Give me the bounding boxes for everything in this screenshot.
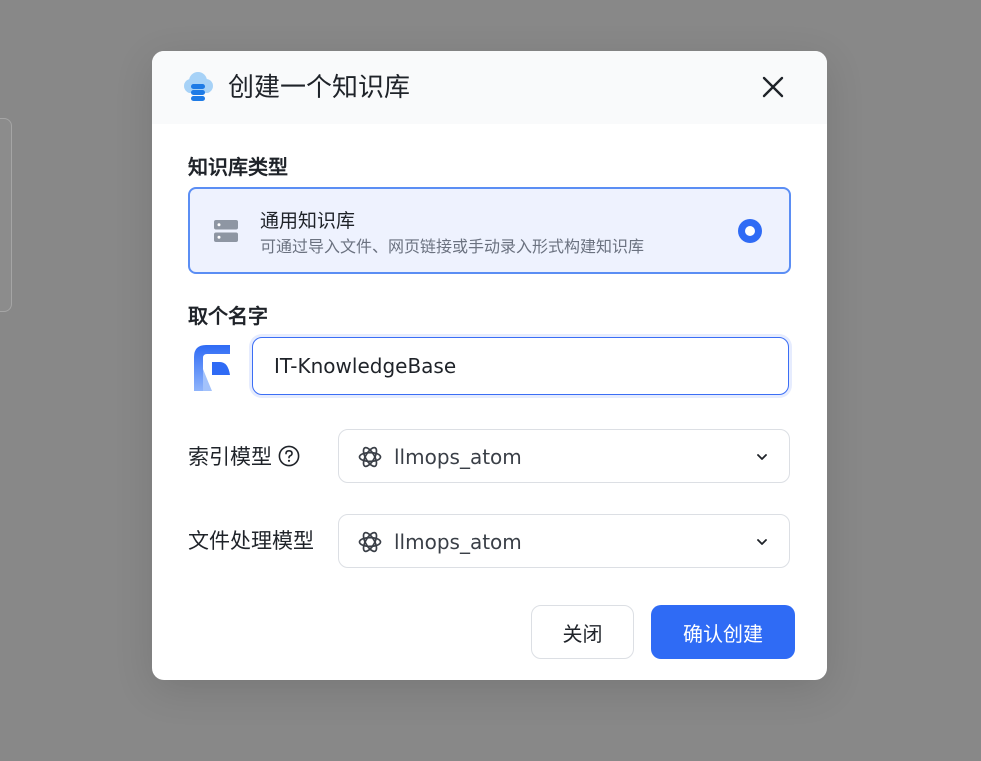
dialog-title: 创建一个知识库 xyxy=(228,73,411,103)
create-knowledge-base-dialog: 创建一个知识库 知识库类型 通用知识库 可通过导入文件、网页链接或手动录入形式构… xyxy=(152,51,827,680)
kb-name-input[interactable] xyxy=(252,337,789,395)
question-circle-icon[interactable] xyxy=(278,445,300,467)
chevron-down-icon xyxy=(757,539,767,545)
close-icon[interactable] xyxy=(758,72,788,102)
file-model-value: llmops_atom xyxy=(394,530,522,554)
dialog-header: 创建一个知识库 xyxy=(152,51,827,124)
index-model-label: 索引模型 xyxy=(188,443,300,471)
openai-icon xyxy=(358,446,382,468)
index-model-select[interactable]: llmops_atom xyxy=(338,429,790,483)
server-icon xyxy=(214,220,238,242)
file-model-select[interactable]: llmops_atom xyxy=(338,514,790,568)
kb-type-radio-selected[interactable] xyxy=(738,219,762,243)
kb-type-description: 可通过导入文件、网页链接或手动录入形式构建知识库 xyxy=(260,237,645,256)
close-button[interactable]: 关闭 xyxy=(531,605,634,659)
openai-icon xyxy=(358,531,382,553)
index-model-label-text: 索引模型 xyxy=(188,445,272,469)
background-card xyxy=(0,118,12,312)
kb-type-option-general[interactable]: 通用知识库 可通过导入文件、网页链接或手动录入形式构建知识库 xyxy=(188,187,791,274)
database-cloud-icon xyxy=(184,72,213,101)
knowledge-base-logo-icon xyxy=(194,345,230,391)
name-label: 取个名字 xyxy=(188,304,268,328)
kb-type-label: 知识库类型 xyxy=(188,155,288,179)
file-model-label: 文件处理模型 xyxy=(188,529,314,553)
kb-type-title: 通用知识库 xyxy=(260,210,356,232)
confirm-create-button[interactable]: 确认创建 xyxy=(651,605,795,659)
index-model-value: llmops_atom xyxy=(394,445,522,469)
chevron-down-icon xyxy=(757,454,767,460)
